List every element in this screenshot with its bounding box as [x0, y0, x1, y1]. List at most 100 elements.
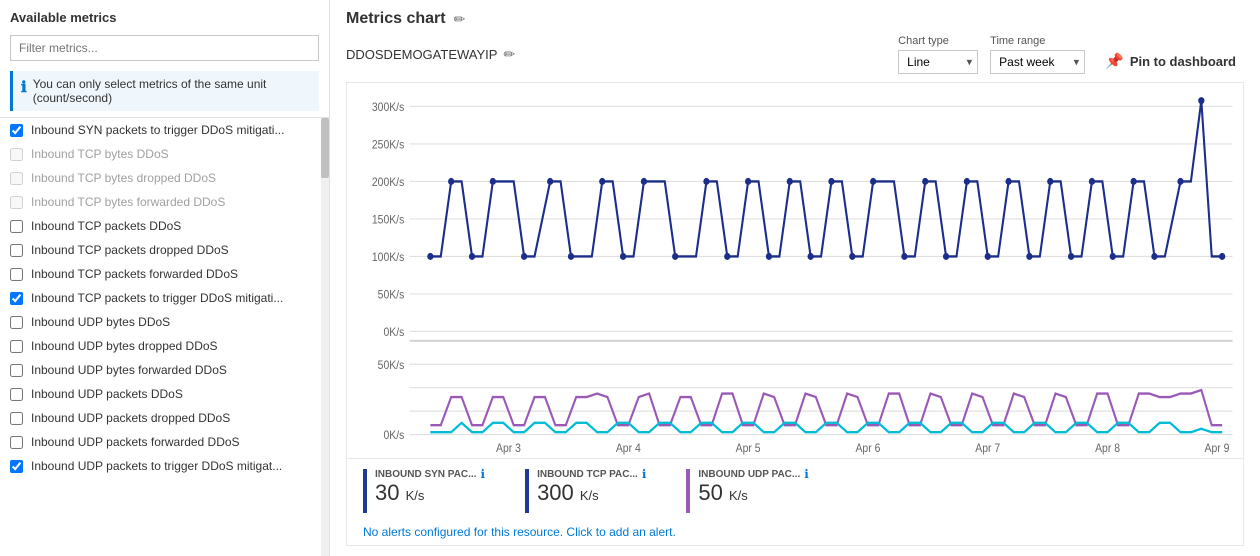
metric-label-12: Inbound UDP packets DDoS [31, 387, 183, 401]
metric-item-10[interactable]: Inbound UDP bytes dropped DDoS [0, 334, 329, 358]
metric-checkbox-11[interactable] [10, 364, 23, 377]
resource-name-text: DDOSDEMOGATEWAYIP [346, 47, 497, 62]
controls: Chart type Line Bar Area Time range Past… [898, 34, 1244, 74]
chart-svg: 300K/s 250K/s 200K/s 150K/s 100K/s 50K/s… [347, 83, 1243, 458]
legend-bar-syn [363, 469, 367, 513]
metric-label-1: Inbound SYN packets to trigger DDoS miti… [31, 123, 284, 137]
metric-label-14: Inbound UDP packets forwarded DDoS [31, 435, 240, 449]
legend-name-tcp: INBOUND TCP PAC... [537, 469, 638, 480]
metric-checkbox-7[interactable] [10, 268, 23, 281]
chart-area: 300K/s 250K/s 200K/s 150K/s 100K/s 50K/s… [346, 82, 1244, 546]
metric-checkbox-5[interactable] [10, 220, 23, 233]
metric-checkbox-15[interactable] [10, 460, 23, 473]
legend-item-syn: INBOUND SYN PAC... ℹ30 K/s [363, 467, 485, 513]
metric-checkbox-14[interactable] [10, 436, 23, 449]
chart-type-select[interactable]: Line Bar Area [898, 50, 978, 74]
metric-label-15: Inbound UDP packets to trigger DDoS miti… [31, 459, 282, 473]
metric-item-14[interactable]: Inbound UDP packets forwarded DDoS [0, 430, 329, 454]
filter-metrics-input[interactable] [10, 35, 319, 61]
metric-item-12[interactable]: Inbound UDP packets DDoS [0, 382, 329, 406]
pin-to-dashboard-button[interactable]: 📌 Pin to dashboard [1097, 48, 1244, 74]
metric-label-10: Inbound UDP bytes dropped DDoS [31, 339, 218, 353]
edit-resource-icon[interactable]: ✏ [503, 46, 515, 63]
metric-item-4[interactable]: Inbound TCP bytes forwarded DDoS [0, 190, 329, 214]
scrollbar-thumb[interactable] [321, 118, 329, 178]
svg-text:50K/s: 50K/s [378, 289, 405, 302]
metric-item-9[interactable]: Inbound UDP bytes DDoS [0, 310, 329, 334]
metric-item-2[interactable]: Inbound TCP bytes DDoS [0, 142, 329, 166]
metric-checkbox-10[interactable] [10, 340, 23, 353]
info-banner: ℹ You can only select metrics of the sam… [10, 71, 319, 111]
legend-bar-tcp [525, 469, 529, 513]
legend-info-icon-syn[interactable]: ℹ [481, 467, 486, 481]
right-subheader: DDOSDEMOGATEWAYIP ✏ Chart type Line Bar … [346, 34, 1244, 74]
legend-item-udp: INBOUND UDP PAC... ℹ50 K/s [686, 467, 808, 513]
alert-link[interactable]: No alerts configured for this resource. … [363, 525, 676, 539]
chart-type-label: Chart type [898, 35, 978, 47]
metric-checkbox-3[interactable] [10, 172, 23, 185]
svg-text:250K/s: 250K/s [372, 139, 405, 152]
metric-checkbox-6[interactable] [10, 244, 23, 257]
right-panel: Metrics chart ✏ DDOSDEMOGATEWAYIP ✏ Char… [330, 0, 1260, 556]
metric-label-13: Inbound UDP packets dropped DDoS [31, 411, 230, 425]
metric-checkbox-9[interactable] [10, 316, 23, 329]
metric-item-15[interactable]: Inbound UDP packets to trigger DDoS miti… [0, 454, 329, 478]
svg-text:150K/s: 150K/s [372, 214, 405, 227]
metric-label-6: Inbound TCP packets dropped DDoS [31, 243, 229, 257]
metric-checkbox-4[interactable] [10, 196, 23, 209]
scrollbar-track[interactable] [321, 118, 329, 556]
metric-checkbox-2[interactable] [10, 148, 23, 161]
metric-item-7[interactable]: Inbound TCP packets forwarded DDoS [0, 262, 329, 286]
available-metrics-header: Available metrics [0, 0, 329, 31]
time-range-select[interactable]: Past week Past day Past month [990, 50, 1085, 74]
svg-text:Apr 9: Apr 9 [1205, 443, 1230, 456]
legend-info-icon-udp[interactable]: ℹ [804, 467, 809, 481]
metric-item-8[interactable]: Inbound TCP packets to trigger DDoS miti… [0, 286, 329, 310]
left-panel: Available metrics ℹ You can only select … [0, 0, 330, 556]
svg-text:Apr 4: Apr 4 [616, 443, 641, 456]
svg-text:Apr 3: Apr 3 [496, 443, 521, 456]
metric-checkbox-8[interactable] [10, 292, 23, 305]
metric-checkbox-13[interactable] [10, 412, 23, 425]
resource-name: DDOSDEMOGATEWAYIP ✏ [346, 46, 515, 63]
metrics-list[interactable]: Inbound SYN packets to trigger DDoS miti… [0, 117, 329, 556]
metric-item-5[interactable]: Inbound TCP packets DDoS [0, 214, 329, 238]
svg-text:0K/s: 0K/s [383, 327, 404, 340]
metric-label-7: Inbound TCP packets forwarded DDoS [31, 267, 238, 281]
metric-item-3[interactable]: Inbound TCP bytes dropped DDoS [0, 166, 329, 190]
svg-text:50K/s: 50K/s [378, 359, 405, 372]
time-range-select-wrap[interactable]: Past week Past day Past month [990, 50, 1085, 74]
time-range-label: Time range [990, 35, 1085, 47]
metric-checkbox-1[interactable] [10, 124, 23, 137]
legend-name-syn: INBOUND SYN PAC... [375, 469, 477, 480]
metric-label-11: Inbound UDP bytes forwarded DDoS [31, 363, 227, 377]
chart-type-select-wrap[interactable]: Line Bar Area [898, 50, 978, 74]
metric-item-6[interactable]: Inbound TCP packets dropped DDoS [0, 238, 329, 262]
metric-item-1[interactable]: Inbound SYN packets to trigger DDoS miti… [0, 118, 329, 142]
info-icon: ℹ [21, 78, 27, 96]
metric-label-9: Inbound UDP bytes DDoS [31, 315, 170, 329]
metric-item-11[interactable]: Inbound UDP bytes forwarded DDoS [0, 358, 329, 382]
legend-info-icon-tcp[interactable]: ℹ [642, 467, 647, 481]
legend-value-udp: 50 K/s [698, 481, 808, 505]
chart-main: 300K/s 250K/s 200K/s 150K/s 100K/s 50K/s… [347, 83, 1243, 458]
metric-label-4: Inbound TCP bytes forwarded DDoS [31, 195, 225, 209]
metric-item-13[interactable]: Inbound UDP packets dropped DDoS [0, 406, 329, 430]
svg-text:0K/s: 0K/s [383, 430, 404, 443]
svg-text:Apr 8: Apr 8 [1095, 443, 1120, 456]
edit-title-icon[interactable]: ✏ [454, 11, 466, 28]
chart-type-group: Chart type Line Bar Area [898, 35, 978, 74]
legend-value-tcp: 300 K/s [537, 481, 646, 505]
filter-input-wrap [0, 31, 329, 67]
svg-text:100K/s: 100K/s [372, 252, 405, 265]
legend-item-tcp: INBOUND TCP PAC... ℹ300 K/s [525, 467, 646, 513]
svg-text:300K/s: 300K/s [372, 102, 405, 115]
legend-area: INBOUND SYN PAC... ℹ30 K/s INBOUND TCP PA… [347, 458, 1243, 521]
info-text: You can only select metrics of the same … [33, 77, 311, 105]
legend-bar-udp [686, 469, 690, 513]
metric-checkbox-12[interactable] [10, 388, 23, 401]
time-range-group: Time range Past week Past day Past month [990, 35, 1085, 74]
chart-title: Metrics chart [346, 10, 446, 28]
metric-label-8: Inbound TCP packets to trigger DDoS miti… [31, 291, 283, 305]
pin-icon: 📌 [1105, 52, 1124, 70]
